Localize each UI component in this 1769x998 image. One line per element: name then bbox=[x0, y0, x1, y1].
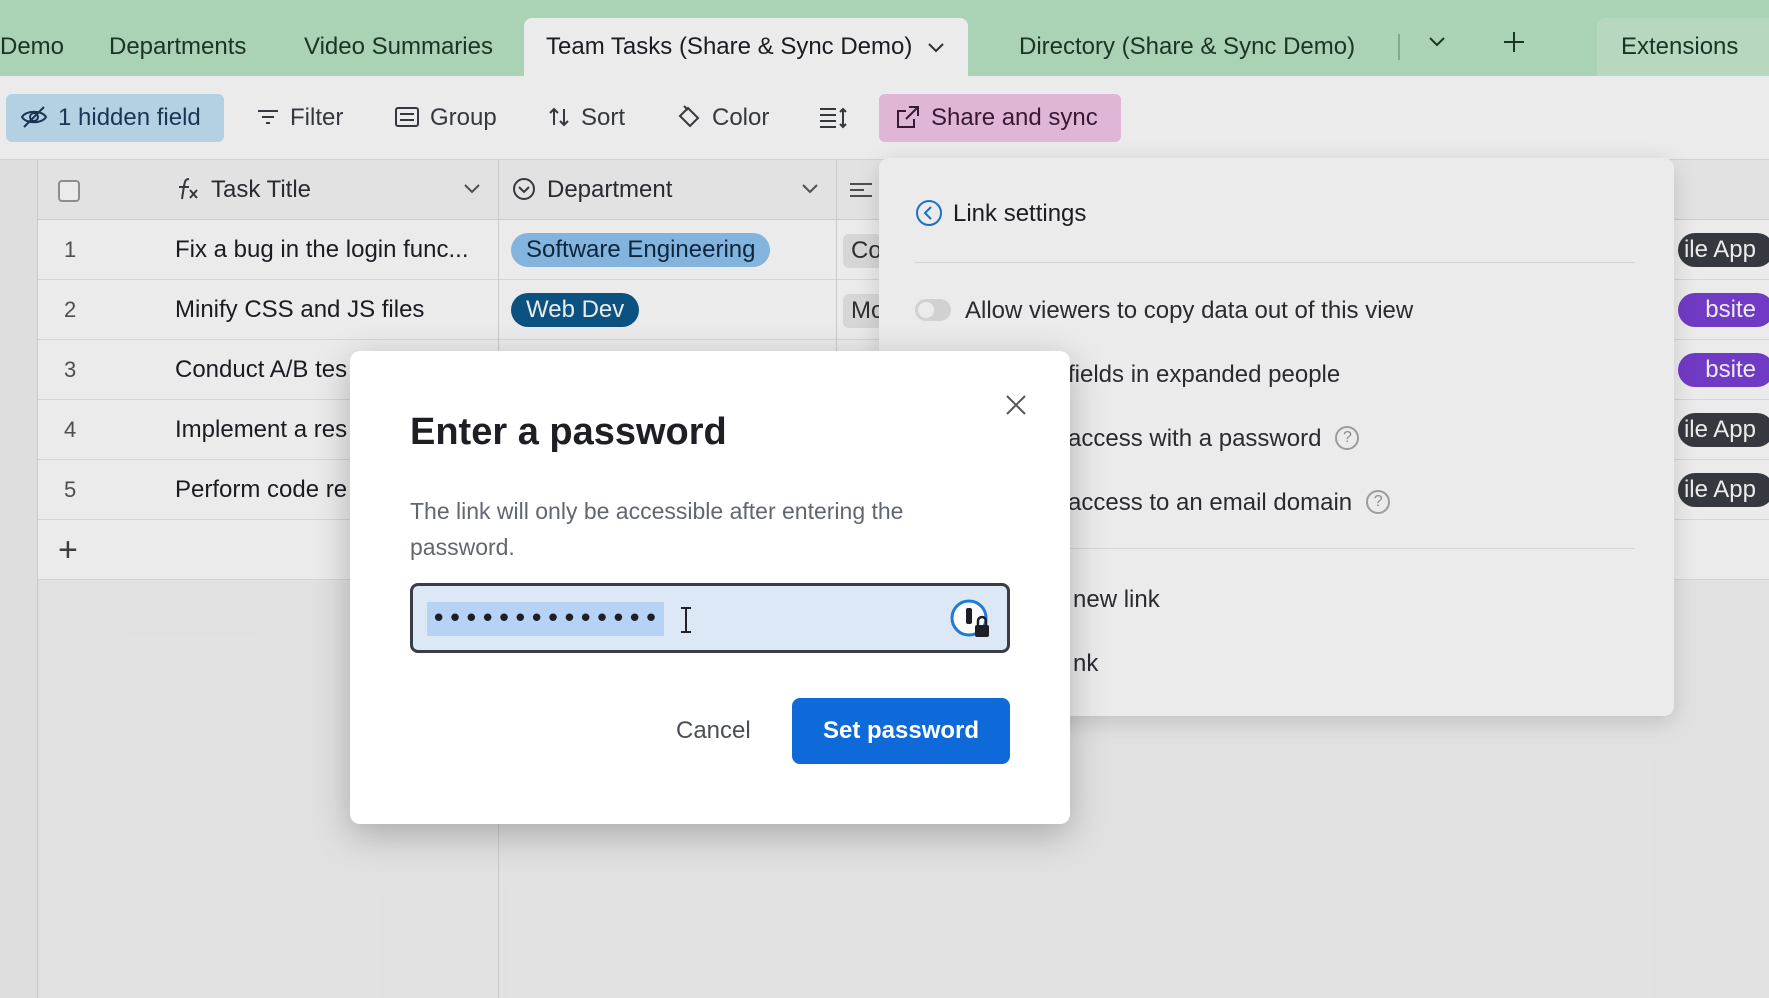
password-manager-icon bbox=[950, 599, 989, 637]
cancel-button[interactable]: Cancel bbox=[676, 699, 751, 763]
dialog-description: The link will only be accessible after e… bbox=[410, 498, 904, 560]
close-icon[interactable] bbox=[1002, 391, 1030, 419]
text-cursor-icon bbox=[681, 607, 691, 633]
password-value: •••••••••••••• bbox=[427, 602, 664, 636]
password-input[interactable]: •••••••••••••• bbox=[410, 583, 1010, 653]
dialog-title: Enter a password bbox=[410, 411, 727, 453]
password-dialog: Enter a password The link will only be a… bbox=[350, 351, 1070, 824]
set-password-button[interactable]: Set password bbox=[792, 698, 1010, 764]
